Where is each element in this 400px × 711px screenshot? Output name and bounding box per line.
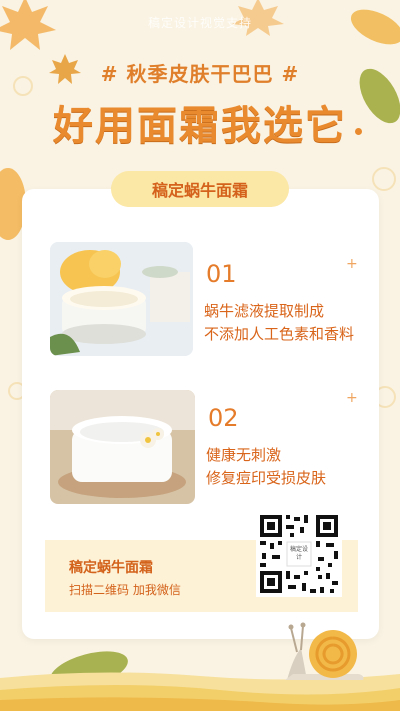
feature-number: 01 [206, 260, 237, 288]
promo-title: 稿定蜗牛面霜 [69, 560, 153, 576]
snail-icon [285, 622, 364, 680]
feature-description: 健康无刺激 修复痘印受损皮肤 [206, 444, 326, 490]
decorative-circle [372, 167, 396, 191]
feature-description: 蜗牛滤液提取制成 不添加人工色素和香料 [204, 300, 354, 346]
feature-line: 健康无刺激 [206, 446, 282, 464]
feature-number: 02 [208, 404, 239, 432]
cream-photo-1 [50, 242, 193, 356]
promo-subtitle: 扫描二维码 加我微信 [69, 583, 181, 597]
feature-line: 蜗牛滤液提取制成 [204, 302, 325, 320]
title-dot [355, 128, 362, 135]
qr-center-text: 稿定设计 [289, 546, 308, 561]
product-name-pill: 稿定蜗牛面霜 [111, 171, 289, 207]
plus-icon: + [346, 256, 358, 272]
hashtag-heading: # 秋季皮肤干巴巴 # [100, 62, 300, 86]
feature-line: 修复痘印受损皮肤 [206, 469, 327, 487]
cream-photo-2 [50, 390, 195, 504]
plus-icon: + [346, 390, 358, 406]
page-title: 好用面霜我选它 [53, 103, 347, 149]
feature-line: 不添加人工色素和香料 [204, 325, 355, 343]
watermark: 稿定设计视觉支持 [147, 16, 252, 30]
qr-code[interactable]: 稿定设计 [256, 511, 342, 597]
